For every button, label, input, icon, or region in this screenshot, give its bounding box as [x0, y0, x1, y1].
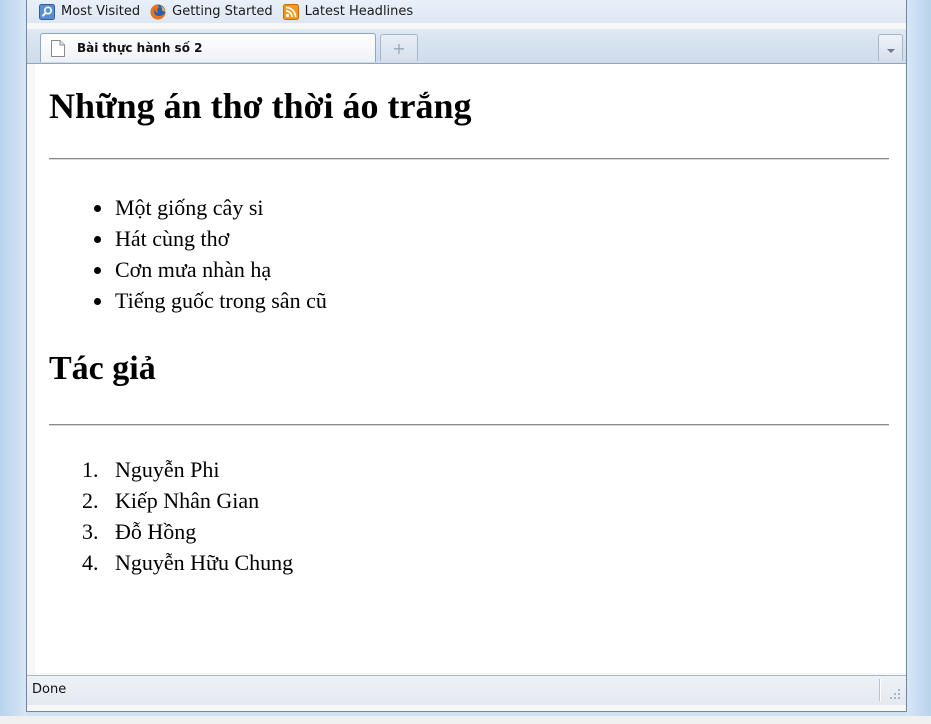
tab-active[interactable]: Bài thực hành số 2: [40, 33, 376, 62]
window-frame: Most Visited Getting Started Latest Head…: [0, 0, 931, 716]
list-item: Hát cùng thơ: [49, 223, 327, 254]
magnifier-icon: [39, 3, 55, 20]
frame-right-edge: [907, 0, 931, 716]
list-item-text: Kiếp Nhân Gian: [115, 488, 260, 513]
status-text: Done: [32, 682, 67, 697]
list-item-text: Tiếng guốc trong sân cũ: [115, 288, 327, 313]
list-item-text: Cơn mưa nhàn hạ: [115, 257, 272, 282]
list-number: 4.: [82, 550, 99, 575]
chevron-down-icon: [886, 39, 895, 58]
list-item: 4. Nguyễn Hữu Chung: [49, 547, 293, 578]
list-item-text: Nguyễn Phi: [115, 457, 220, 482]
divider: [49, 424, 889, 426]
bullet-icon: [94, 236, 101, 243]
firefox-icon: [150, 4, 166, 20]
list-item: Một giống cây si: [49, 192, 327, 223]
list-item: 3. Đỗ Hồng: [49, 516, 293, 547]
list-item: 1. Nguyễn Phi: [49, 454, 293, 485]
list-number: 3.: [82, 519, 99, 544]
author-list: 1. Nguyễn Phi 2. Kiếp Nhân Gian 3. Đỗ Hồng …: [49, 454, 293, 578]
list-item: 2. Kiếp Nhân Gian: [49, 485, 293, 516]
list-all-tabs-button[interactable]: [878, 34, 903, 61]
bookmark-most-visited[interactable]: Most Visited: [39, 3, 141, 20]
tab-strip: Bài thực hành số 2 +: [27, 29, 906, 64]
bookmarks-toolbar: Most Visited Getting Started Latest Head…: [27, 0, 906, 23]
page-content: Những án thơ thời áo trắng Một giống cây…: [35, 64, 905, 673]
resize-grip-icon[interactable]: [889, 688, 901, 700]
tab-label: Bài thực hành số 2: [77, 41, 203, 55]
bookmark-getting-started[interactable]: Getting Started: [150, 4, 273, 20]
bookmark-label: Latest Headlines: [304, 4, 414, 19]
divider: [49, 158, 889, 160]
list-number: 1.: [82, 457, 99, 482]
status-divider: [879, 679, 881, 701]
browser-window: Most Visited Getting Started Latest Head…: [26, 0, 907, 712]
page-title: Những án thơ thời áo trắng: [49, 86, 472, 126]
list-number: 2.: [82, 488, 99, 513]
status-bar: Done: [27, 675, 906, 705]
new-tab-button[interactable]: +: [380, 34, 418, 61]
list-item-text: Một giống cây si: [115, 195, 264, 220]
poem-list: Một giống cây si Hát cùng thơ Cơn mưa nh…: [49, 192, 327, 316]
bookmark-label: Getting Started: [172, 4, 273, 19]
list-item-text: Đỗ Hồng: [115, 519, 197, 544]
bullet-icon: [94, 267, 101, 274]
authors-heading: Tác giả: [49, 350, 156, 387]
bookmark-label: Most Visited: [61, 4, 141, 19]
list-item-text: Nguyễn Hữu Chung: [115, 550, 294, 575]
list-item: Cơn mưa nhàn hạ: [49, 254, 327, 285]
list-item: Tiếng guốc trong sân cũ: [49, 285, 327, 316]
plus-icon: +: [392, 38, 406, 58]
blank-page-icon: [51, 39, 65, 57]
frame-left-edge: [0, 0, 26, 716]
list-item-text: Hát cùng thơ: [115, 226, 230, 251]
bookmark-latest-headlines[interactable]: Latest Headlines: [282, 3, 414, 20]
bullet-icon: [94, 298, 101, 305]
bullet-icon: [94, 205, 101, 212]
bottom-strip: [0, 716, 931, 724]
rss-feed-icon: [282, 3, 299, 20]
